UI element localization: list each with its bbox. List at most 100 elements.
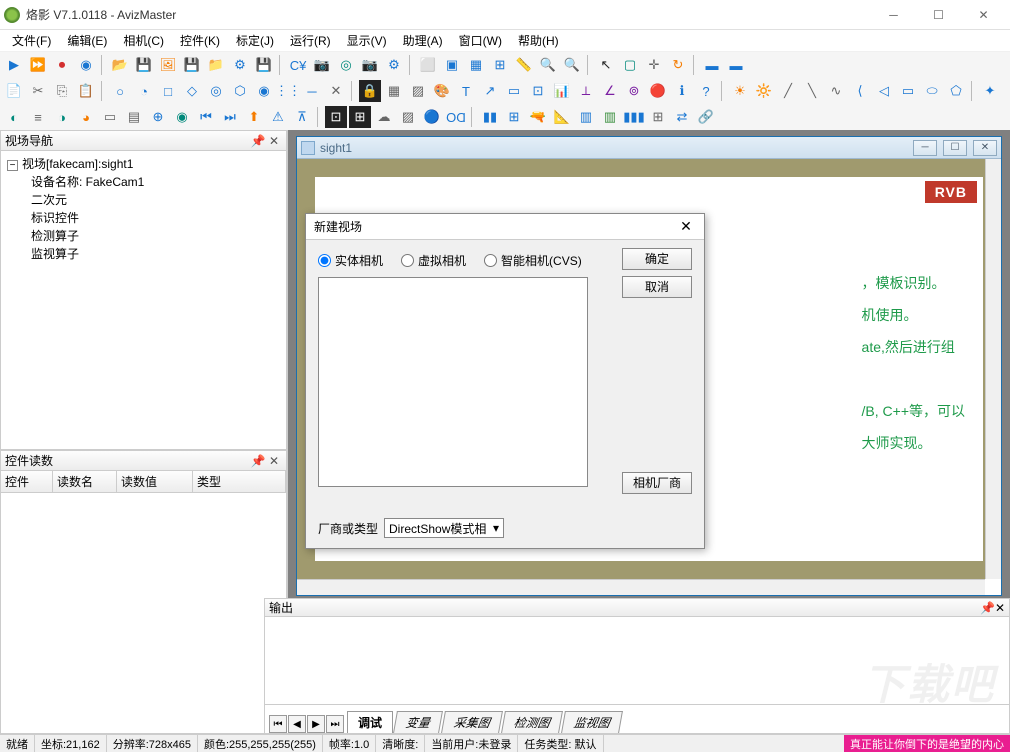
folder-gear-icon[interactable]: 📁 [205,54,227,76]
help-icon[interactable]: ? [695,80,717,102]
shape-sector-icon[interactable]: ◔ [133,80,155,102]
menu-camera[interactable]: 相机(C) [115,30,172,51]
window-fit-icon[interactable]: ⬜ [417,54,439,76]
menu-assistant[interactable]: 助理(A) [395,30,451,51]
ok-button[interactable]: 确定 [622,248,692,270]
tab-monitor[interactable]: 监视图 [561,711,623,733]
skip-back-icon[interactable]: ⏮ [195,106,217,128]
lines-icon[interactable]: ≡ [27,106,49,128]
curve-icon[interactable]: ∿ [825,80,847,102]
lock-icon[interactable]: 🔒 [359,80,381,102]
shape-square-icon[interactable]: □ [157,80,179,102]
tab-capture[interactable]: 采集图 [441,711,503,733]
col-control[interactable]: 控件 [1,471,53,492]
barcode1-icon[interactable]: ▮▮ [479,106,501,128]
filter1-icon[interactable]: ⊡ [325,106,347,128]
tab-debug[interactable]: 调试 [347,711,393,733]
pentagon-icon[interactable]: ⬠ [945,80,967,102]
barcode-icon[interactable]: ⊼ [291,106,313,128]
brightness-icon[interactable]: 🔆 [753,80,775,102]
tree-item-detect[interactable]: 检测算子 [7,227,280,245]
swap-icon[interactable]: ⇄ [671,106,693,128]
zoom-in-icon[interactable]: 🔍 [537,54,559,76]
ruler-icon[interactable]: 📏 [513,54,535,76]
scrollbar-horizontal[interactable] [297,579,985,595]
shape-circle-icon[interactable]: ○ [109,80,131,102]
hist2-icon[interactable]: ▥ [599,106,621,128]
menu-run[interactable]: 运行(R) [282,30,339,51]
polyline-icon[interactable]: ╲ [801,80,823,102]
shape-line-icon[interactable]: ─ [301,80,323,102]
palette-icon[interactable]: 🎨 [431,80,453,102]
circle-fit-icon[interactable]: ⊚ [623,80,645,102]
camera-snap-icon[interactable]: 📷 [311,54,333,76]
scene-tree[interactable]: −视场[fakecam]:sight1 设备名称: FakeCam1 二次元 标… [1,151,286,267]
shape-diamond-icon[interactable]: ◇ [181,80,203,102]
radio-smart-camera[interactable]: 智能相机(CVS) [484,252,582,269]
cv-icon[interactable]: C¥ [287,54,309,76]
saveall-icon[interactable]: 💾 [253,54,275,76]
pin-icon[interactable]: 📌 [250,454,266,468]
tab-variables[interactable]: 变量 [393,711,443,733]
group-icon[interactable]: ⊡ [527,80,549,102]
hist-icon[interactable]: ▥ [575,106,597,128]
vendor-button[interactable]: 相机厂商 [622,472,692,494]
arrow-icon[interactable]: ↗ [479,80,501,102]
minimize-button[interactable]: ─ [871,0,916,30]
dialog-close-icon[interactable]: ✕ [676,218,696,235]
img1-icon[interactable]: ▦ [383,80,405,102]
measure1-icon[interactable]: ⟂ [575,80,597,102]
noise-icon[interactable]: ▨ [397,106,419,128]
stack-icon[interactable]: ▤ [123,106,145,128]
tab-first-icon[interactable]: ⏮ [269,715,287,733]
chart-icon[interactable]: 📊 [551,80,573,102]
rect3-icon[interactable]: ▭ [99,106,121,128]
compass-icon[interactable]: ◉ [171,106,193,128]
rect-tool-icon[interactable]: ▭ [503,80,525,102]
open-folder-icon[interactable]: 📂 [109,54,131,76]
save-config-icon[interactable]: ⚙ [229,54,251,76]
mdi-titlebar[interactable]: sight1 ─ ☐ ✕ [297,137,1001,159]
camera-list[interactable] [318,277,588,487]
cross-icon[interactable]: ✕ [325,80,347,102]
info-icon[interactable]: ℹ [671,80,693,102]
radio-physical-camera[interactable]: 实体相机 [318,252,383,269]
dialog-titlebar[interactable]: 新建视场 ✕ [306,214,704,240]
doc-icon[interactable]: 📄 [3,80,25,102]
tree-item-monitor[interactable]: 监视算子 [7,245,280,263]
cloud-icon[interactable]: ☁ [373,106,395,128]
col-value[interactable]: 读数值 [117,471,193,492]
aperture-icon[interactable]: ◉ [75,54,97,76]
pie-icon[interactable]: ◕ [75,106,97,128]
roi-icon[interactable]: ▢ [619,54,641,76]
cut-icon[interactable]: ✂ [27,80,49,102]
shape-hex-icon[interactable]: ⬡ [229,80,251,102]
hatch-icon[interactable]: ▨ [407,80,429,102]
up-icon[interactable]: ⬆ [243,106,265,128]
col-name[interactable]: 读数名 [53,471,117,492]
vendor-select[interactable]: DirectShow模式相▾ [384,518,504,538]
rotate-icon[interactable]: ↻ [667,54,689,76]
mdi-close-button[interactable]: ✕ [973,140,997,156]
sun-icon[interactable]: ☀ [729,80,751,102]
ocr-icon[interactable]: OⱭ [445,106,467,128]
menu-view[interactable]: 显示(V) [339,30,395,51]
pin-icon[interactable]: 📌 [250,134,266,148]
filter2-icon[interactable]: ⊞ [349,106,371,128]
grid-icon[interactable]: ⊞ [489,54,511,76]
layout1-icon[interactable]: ▬ [701,54,723,76]
panel-close-icon[interactable]: ✕ [266,134,282,148]
rect2-icon[interactable]: ▭ [897,80,919,102]
angle-tool-icon[interactable]: ⟨ [849,80,871,102]
menu-control[interactable]: 控件(K) [172,30,228,51]
crosshair-icon[interactable]: ✛ [643,54,665,76]
barcode2-icon[interactable]: ⊞ [503,106,525,128]
scrollbar-vertical[interactable] [985,159,1001,579]
save-image-icon[interactable]: 💾 [181,54,203,76]
play-fast-icon[interactable]: ⏩ [27,54,49,76]
menu-window[interactable]: 窗口(W) [451,30,510,51]
record-icon[interactable]: ⏺ [51,54,73,76]
menu-file[interactable]: 文件(F) [4,30,59,51]
window-tile-icon[interactable]: ▦ [465,54,487,76]
tab-next-icon[interactable]: ▶ [307,715,325,733]
